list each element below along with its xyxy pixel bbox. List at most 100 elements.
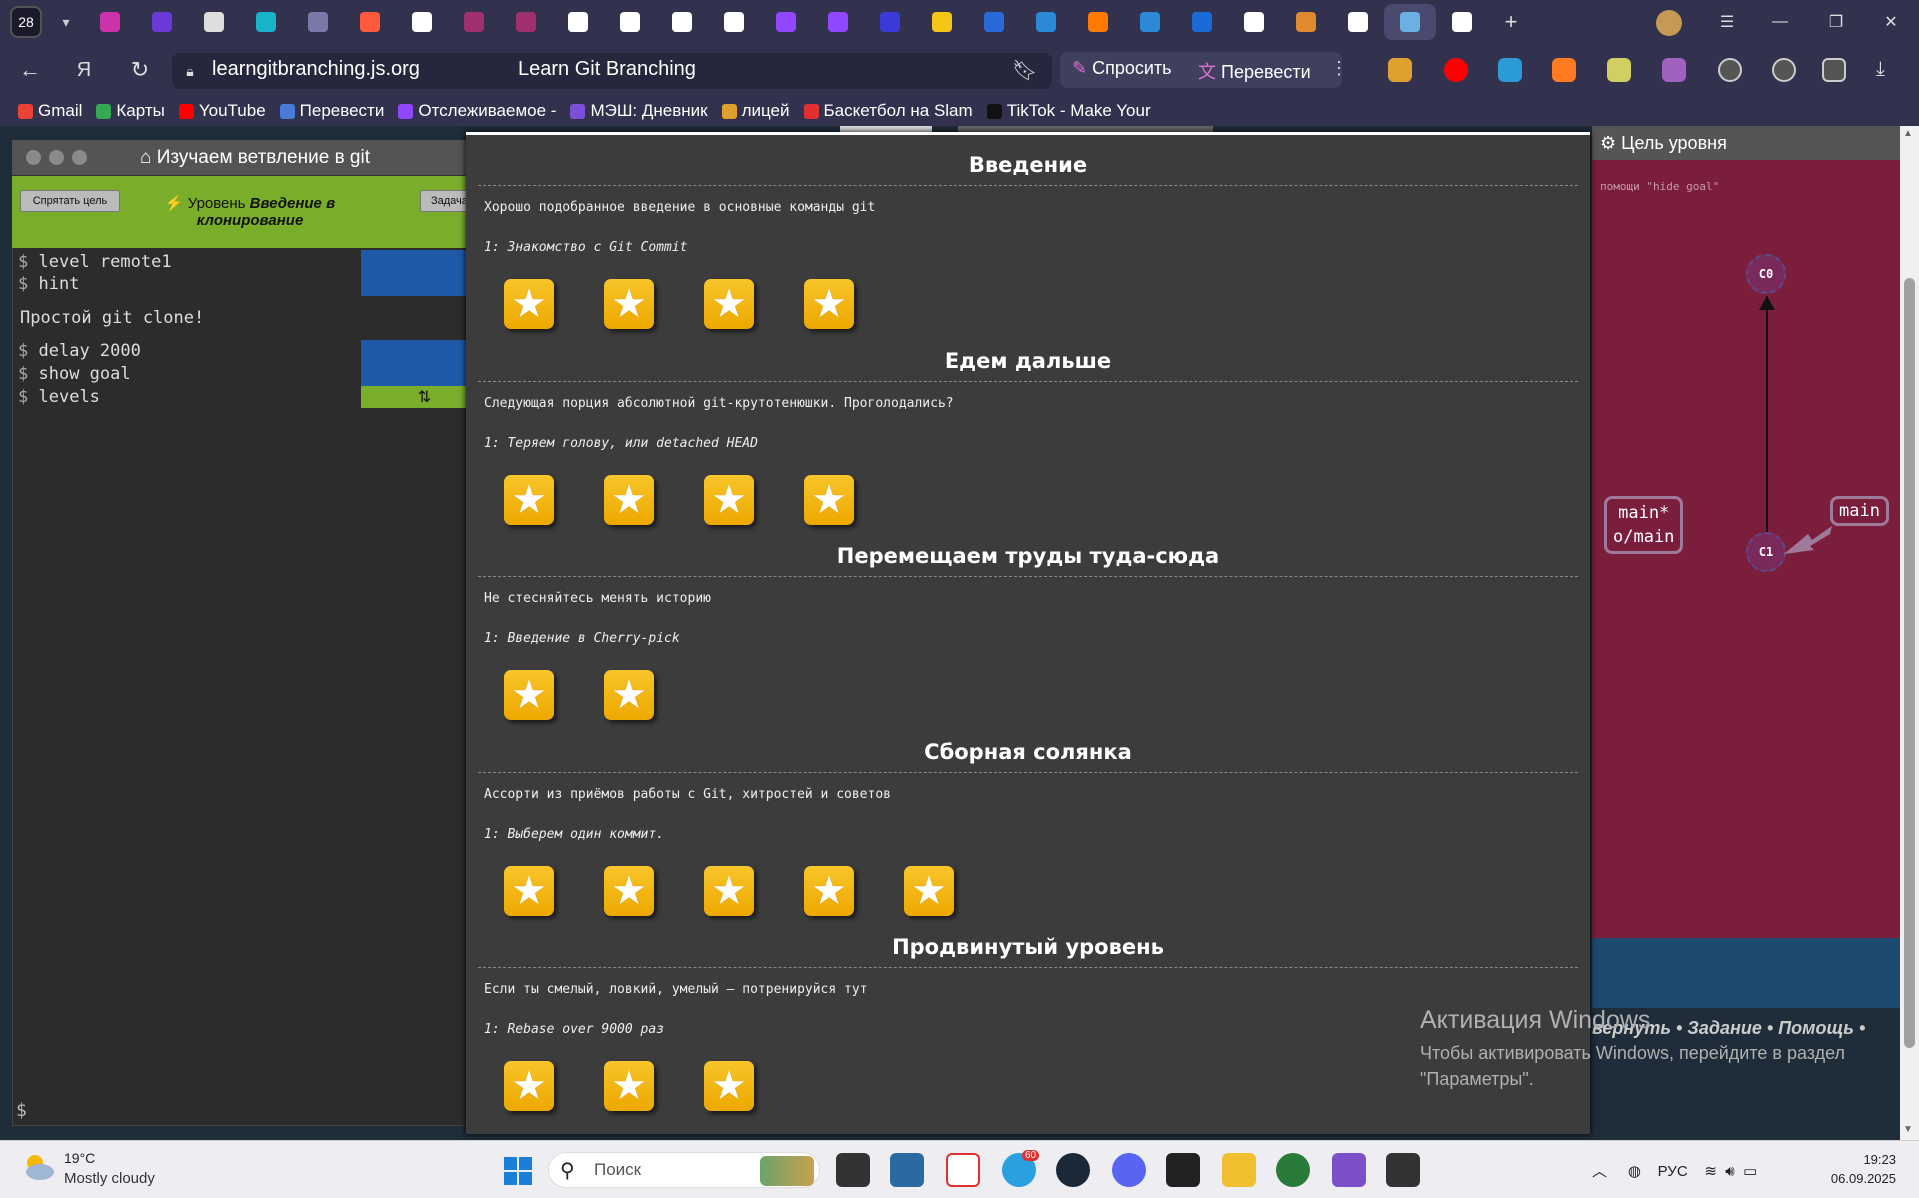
browser-tab[interactable]: [968, 4, 1020, 40]
level-star-button[interactable]: ★: [604, 670, 654, 720]
terminal-maximize-dot[interactable]: [72, 150, 87, 165]
level-star-button[interactable]: ★: [604, 1061, 654, 1111]
bookmark-item[interactable]: МЭШ: Дневник: [570, 101, 708, 121]
steam-icon[interactable]: [1056, 1153, 1090, 1187]
level-star-button[interactable]: ★: [504, 279, 554, 329]
speed-extension-icon[interactable]: [1718, 58, 1742, 82]
flask-extension-icon[interactable]: [1607, 58, 1631, 82]
task-view-icon[interactable]: [836, 1153, 870, 1187]
system-tray[interactable]: ︿ ◍ РУС ≋ 🔊︎ ▭: [1592, 1160, 1757, 1181]
weather-description[interactable]: Mostly cloudy: [64, 1170, 155, 1187]
level-star-button[interactable]: ★: [804, 865, 854, 916]
level-star-button[interactable]: ★: [804, 279, 854, 329]
level-star-button[interactable]: ★: [504, 670, 554, 720]
terminal-input-prompt[interactable]: $: [16, 1100, 27, 1121]
browser-tab[interactable]: [656, 4, 708, 40]
download-icon[interactable]: ⤓: [1876, 58, 1900, 82]
bookmark-item[interactable]: Перевести: [279, 101, 384, 121]
level-star-button[interactable]: ★: [504, 1061, 554, 1111]
level-star-button[interactable]: ★: [904, 865, 954, 916]
bookmark-item[interactable]: лицей: [721, 101, 790, 121]
battery-icon[interactable]: ▭: [1743, 1163, 1757, 1180]
bookmark-item[interactable]: Баскетбол на Slam: [803, 101, 973, 121]
weather-temperature[interactable]: 19°C: [64, 1150, 95, 1166]
browser-tab[interactable]: [1020, 4, 1072, 40]
windows-start-icon[interactable]: [503, 1156, 533, 1186]
more-icon[interactable]: ⋮: [1330, 58, 1348, 79]
browser-tab[interactable]: [1228, 4, 1280, 40]
level-star-button[interactable]: ★: [504, 474, 554, 525]
bookmark-item[interactable]: YouTube: [178, 101, 266, 121]
network-icon[interactable]: ◍: [1628, 1163, 1641, 1180]
volume-icon[interactable]: 🔊︎: [1725, 1163, 1734, 1180]
eyes-extension-icon[interactable]: [1662, 58, 1686, 82]
browser-tab[interactable]: [84, 4, 136, 40]
yandex-browser-icon[interactable]: [946, 1153, 980, 1187]
browser-tab[interactable]: [604, 4, 656, 40]
browser-tab[interactable]: [292, 4, 344, 40]
menu-icon[interactable]: ☰: [1712, 8, 1742, 36]
wifi-icon[interactable]: ≋: [1704, 1163, 1717, 1180]
terminal-icon[interactable]: [1386, 1153, 1420, 1187]
fire-extension-icon[interactable]: [1552, 58, 1576, 82]
widgets-icon[interactable]: [890, 1153, 924, 1187]
scrollbar-thumb[interactable]: [1904, 278, 1915, 1048]
browser-tab[interactable]: [1332, 4, 1384, 40]
browser-tab[interactable]: [552, 4, 604, 40]
player-extension-icon[interactable]: [1772, 58, 1796, 82]
level-star-button[interactable]: ★: [604, 279, 654, 329]
scroll-down-icon[interactable]: ▼: [1903, 1124, 1913, 1135]
browser-tab[interactable]: [188, 4, 240, 40]
app-icon[interactable]: [1166, 1153, 1200, 1187]
level-star-button[interactable]: ★: [504, 865, 554, 916]
minimize-icon[interactable]: —: [1765, 8, 1795, 36]
clock[interactable]: 19:23 06.09.2025: [1822, 1150, 1896, 1188]
browser-tab[interactable]: [708, 4, 760, 40]
browser-tab[interactable]: [760, 4, 812, 40]
bookmark-item[interactable]: Карты: [96, 101, 165, 121]
ask-button[interactable]: ✎ Спросить: [1072, 58, 1172, 79]
level-star-button[interactable]: ★: [704, 1061, 754, 1111]
new-tab-button[interactable]: +: [1496, 7, 1526, 37]
search-placeholder[interactable]: Поиск: [594, 1160, 641, 1180]
lock-icon[interactable]: 🔒︎: [180, 60, 200, 82]
browser-tab[interactable]: [1176, 4, 1228, 40]
browser-tab[interactable]: [136, 4, 188, 40]
browser-tab[interactable]: [1280, 4, 1332, 40]
profile-avatar[interactable]: [1656, 10, 1682, 36]
browser-tab[interactable]: [240, 4, 292, 40]
chevron-up-icon[interactable]: ︿: [1592, 1163, 1607, 1180]
restore-icon[interactable]: ❐: [1821, 8, 1851, 36]
browser-tab[interactable]: [344, 4, 396, 40]
hide-goal-button[interactable]: Спрятать цель: [20, 190, 120, 212]
file-explorer-icon[interactable]: [1222, 1153, 1256, 1187]
terminal-close-dot[interactable]: [26, 150, 41, 165]
bookmark-item[interactable]: Gmail: [18, 101, 82, 121]
browser-tab[interactable]: [812, 4, 864, 40]
browser-tab[interactable]: [1436, 4, 1488, 40]
level-star-button[interactable]: ★: [704, 279, 754, 329]
soundwave-extension-icon[interactable]: [1388, 58, 1412, 82]
bookmark-item[interactable]: Отслеживаемое -: [398, 101, 556, 121]
browser-tab[interactable]: [864, 4, 916, 40]
chevron-down-icon[interactable]: ▾: [48, 6, 84, 38]
language-indicator[interactable]: РУС: [1658, 1163, 1688, 1180]
discord-icon[interactable]: [1112, 1153, 1146, 1187]
browser-tab[interactable]: [916, 4, 968, 40]
browser-tab[interactable]: [1124, 4, 1176, 40]
translate-extension-icon[interactable]: [1498, 58, 1522, 82]
translate-button[interactable]: 文 Перевести: [1198, 58, 1311, 84]
level-star-button[interactable]: ★: [604, 865, 654, 916]
browser-tab[interactable]: [1384, 4, 1436, 40]
reload-icon[interactable]: ↻: [124, 54, 156, 86]
collections-icon[interactable]: [1822, 58, 1846, 82]
scroll-up-icon[interactable]: ▲: [1903, 128, 1913, 139]
close-icon[interactable]: ✕: [1876, 8, 1906, 36]
bookmark-icon[interactable]: 🔖︎: [1012, 58, 1037, 83]
browser-tab[interactable]: [500, 4, 552, 40]
level-star-button[interactable]: ★: [704, 865, 754, 916]
yandex-icon[interactable]: Я: [68, 54, 100, 86]
browser-tab[interactable]: [1072, 4, 1124, 40]
browser-tab[interactable]: [448, 4, 500, 40]
back-icon[interactable]: ←: [14, 54, 46, 86]
